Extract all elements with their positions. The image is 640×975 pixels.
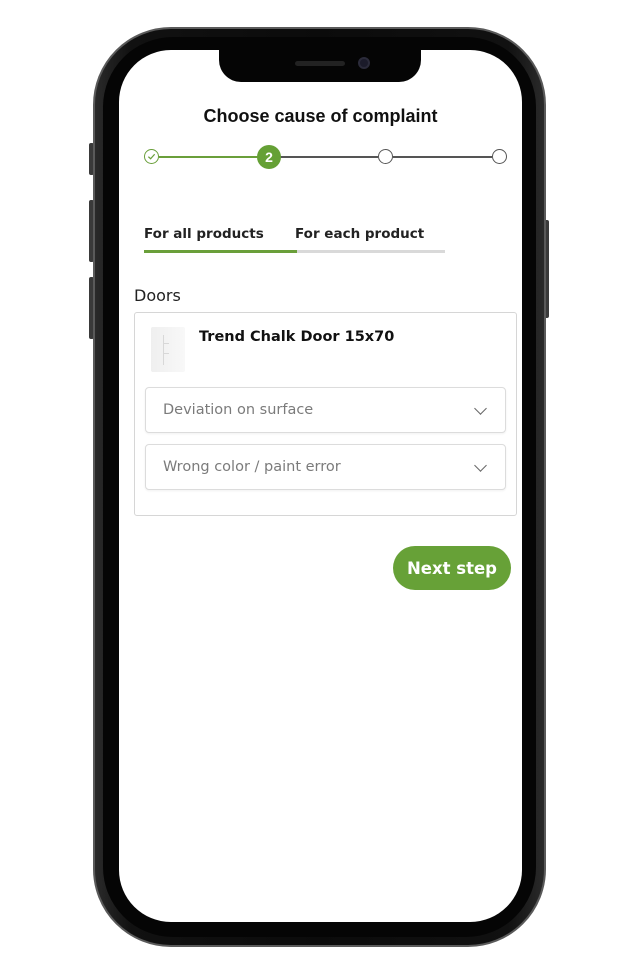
next-step-button[interactable]: Next step [393,546,511,590]
chevron-down-icon [474,402,487,415]
product-name: Trend Chalk Door 15x70 [199,329,395,345]
cause-select-value: Wrong color / paint error [163,459,341,475]
cause-select-value: Deviation on surface [163,402,314,418]
step-1-completed[interactable] [144,149,159,164]
phone-notch [219,50,421,82]
door-panel-line [163,353,169,354]
step-number: 2 [265,149,273,165]
page-title: Choose cause of complaint [203,106,438,126]
tab-inactive-indicator [297,250,445,253]
section-label: Doors [134,286,181,305]
door-handle-line [163,343,169,344]
check-icon [147,153,156,160]
speaker-grille [295,61,345,66]
tab-for-each-product[interactable]: For each product [295,226,424,242]
door-panel-line [163,335,164,365]
step-4-upcoming [492,149,507,164]
front-camera [358,57,370,69]
door-thumbnail [151,327,185,372]
stepper-line-completed [159,156,258,158]
cause-select-2[interactable]: Wrong color / paint error [145,444,506,490]
stepper-line-upcoming [280,156,378,158]
tab-active-indicator [144,250,297,253]
step-2-active: 2 [257,145,281,169]
stepper-line-upcoming [393,156,492,158]
chevron-down-icon [474,459,487,472]
tab-for-all-products[interactable]: For all products [144,226,264,242]
cause-select-1[interactable]: Deviation on surface [145,387,506,433]
step-3-upcoming [378,149,393,164]
